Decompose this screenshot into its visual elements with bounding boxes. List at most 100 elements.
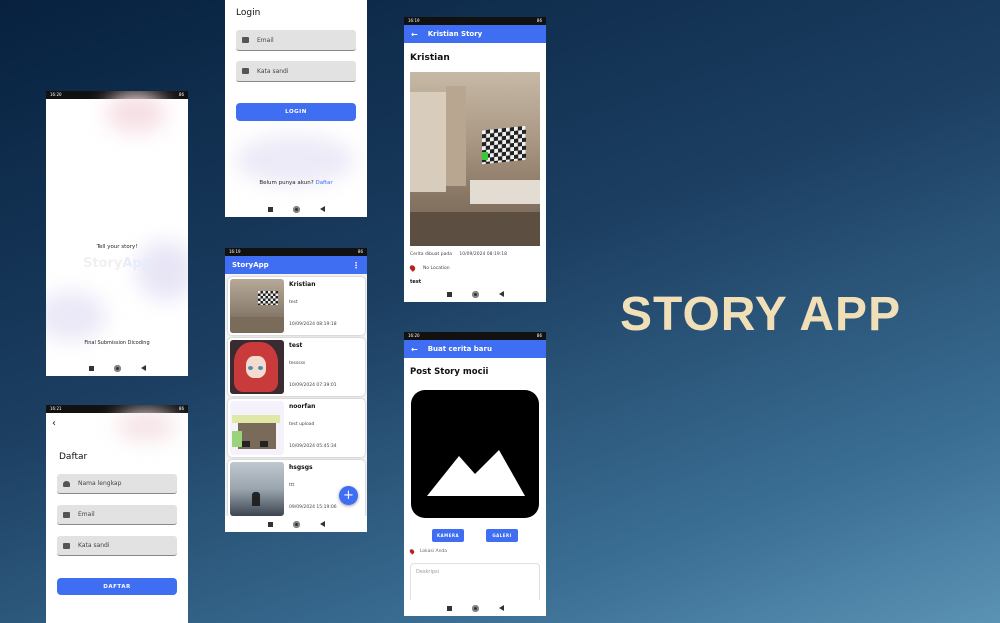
story-info: Kristian test 10/09/2024 08:19:18 (286, 277, 365, 335)
back-icon[interactable] (319, 521, 325, 527)
recents-icon[interactable] (267, 206, 273, 212)
story-name: Kristian (289, 281, 316, 288)
email-field[interactable]: Email (57, 505, 177, 525)
story-description: test upload (289, 422, 315, 427)
email-placeholder: Email (78, 511, 95, 518)
register-button[interactable]: DAFTAR (57, 578, 177, 595)
name-placeholder: Nama lengkap (78, 480, 122, 487)
created-date: 10/09/2024 08:19:18 (459, 252, 507, 257)
home-icon[interactable] (292, 520, 300, 528)
system-nav-bar (404, 286, 546, 302)
gallery-button[interactable]: GALERI (486, 529, 518, 542)
lock-icon (242, 68, 249, 74)
headline: STORY APP (620, 288, 902, 341)
system-nav-bar (46, 360, 188, 376)
splash-tagline: Tell your story! (96, 244, 138, 250)
camera-button[interactable]: KAMERA (432, 529, 464, 542)
home-icon[interactable] (471, 290, 479, 298)
back-arrow-icon[interactable]: ← (411, 30, 418, 39)
story-card[interactable]: test tesssss 10/09/2024 07:39:01 (228, 338, 365, 396)
story-author: Kristian (410, 53, 450, 63)
image-placeholder-icon (427, 450, 525, 496)
story-info: test tesssss 10/09/2024 07:39:01 (286, 338, 365, 396)
plus-icon: + (343, 488, 354, 503)
home-icon[interactable] (471, 604, 479, 612)
system-nav-bar (225, 516, 367, 532)
password-field[interactable]: Kata sandi (57, 536, 177, 556)
password-placeholder: Kata sandi (78, 542, 110, 549)
post-heading: Post Story mocii (410, 367, 489, 377)
status-icons: 86 (357, 249, 363, 254)
login-screen: Login Email Kata sandi LOGIN Belum punya… (225, 0, 367, 217)
decor-blob (235, 135, 355, 185)
back-icon[interactable] (140, 365, 146, 371)
story-card[interactable]: Kristian test 10/09/2024 08:19:18 (228, 277, 365, 335)
story-date: 10/09/2024 07:39:01 (289, 383, 337, 388)
location-row: No Location (408, 264, 450, 272)
story-date: 10/09/2024 05:45:34 (289, 444, 337, 449)
story-info: noorfan test upload 10/09/2024 05:45:34 (286, 399, 365, 457)
recents-icon[interactable] (88, 365, 94, 371)
email-placeholder: Email (257, 36, 274, 44)
home-icon[interactable] (292, 205, 300, 213)
status-icons: 86 (178, 92, 184, 97)
story-date: 09/09/2024 15:19:06 (289, 505, 337, 510)
name-field[interactable]: Nama lengkap (57, 474, 177, 494)
lock-icon (63, 542, 70, 549)
more-vert-icon[interactable]: ⋮ (352, 261, 360, 270)
appbar-title: Kristian Story (427, 30, 483, 38)
login-button[interactable]: LOGIN (236, 103, 356, 121)
app-bar: StoryApp ⋮ (225, 256, 367, 274)
story-detail-screen: 16:19 86 ← Kristian Story Kristian Cerit… (404, 17, 546, 302)
back-arrow-icon[interactable]: ← (411, 345, 418, 354)
back-icon[interactable] (498, 605, 504, 611)
status-icons: 86 (178, 406, 184, 411)
splash-logo: StoryApp (46, 256, 188, 271)
story-description: test (410, 279, 422, 285)
app-title: StoryApp (232, 261, 269, 269)
story-photo (410, 72, 540, 246)
status-icons: 86 (536, 333, 542, 338)
back-icon[interactable]: ‹ (52, 418, 56, 429)
status-bar: 16:19 86 (225, 248, 367, 256)
location-text: No Location (423, 265, 450, 271)
story-date: 10/09/2024 08:19:18 (289, 322, 337, 327)
password-field[interactable]: Kata sandi (236, 61, 356, 82)
home-icon[interactable] (113, 364, 121, 372)
decor-blob (116, 411, 176, 441)
register-link[interactable]: Daftar (315, 180, 332, 186)
status-time: 16:21 (50, 406, 62, 411)
story-description: ttt (289, 483, 295, 488)
status-time: 16:19 (229, 249, 241, 254)
status-bar: 16:21 86 (46, 405, 188, 413)
back-icon[interactable] (498, 291, 504, 297)
splash-screen: 16:20 86 Tell your story! StoryApp Final… (46, 91, 188, 376)
story-name: test (289, 342, 303, 349)
location-pin-icon (408, 548, 416, 555)
recents-icon[interactable] (446, 605, 452, 611)
story-name: hsgsgs (289, 464, 313, 471)
password-placeholder: Kata sandi (257, 67, 289, 75)
email-field[interactable]: Email (236, 30, 356, 51)
story-thumbnail (230, 340, 284, 394)
splash-logo-part2: App (122, 256, 152, 271)
recents-icon[interactable] (267, 521, 273, 527)
story-description: tesssss (289, 361, 306, 366)
register-screen: 16:21 86 ‹ Daftar Nama lengkap Email Kat… (46, 405, 188, 623)
story-thumbnail (230, 401, 284, 455)
story-list: Kristian test 10/09/2024 08:19:18 test t… (225, 274, 367, 518)
story-name: noorfan (289, 403, 316, 410)
add-story-fab[interactable]: + (339, 486, 358, 505)
story-thumbnail (230, 279, 284, 333)
story-description: test (289, 300, 298, 305)
back-icon[interactable] (319, 206, 325, 212)
location-row: Lokasi Anda (408, 548, 447, 555)
status-bar: 16:19 86 (404, 17, 546, 25)
created-info: Cerita dibuat pada 10/09/2024 08:19:18 (410, 252, 507, 257)
story-card[interactable]: noorfan test upload 10/09/2024 05:45:34 (228, 399, 365, 457)
page-title: Daftar (59, 452, 88, 462)
app-bar: ← Kristian Story (404, 25, 546, 43)
post-story-screen: 16:20 86 ← Buat cerita baru Post Story m… (404, 332, 546, 616)
description-input[interactable]: Deskripsi (410, 563, 540, 603)
recents-icon[interactable] (446, 291, 452, 297)
